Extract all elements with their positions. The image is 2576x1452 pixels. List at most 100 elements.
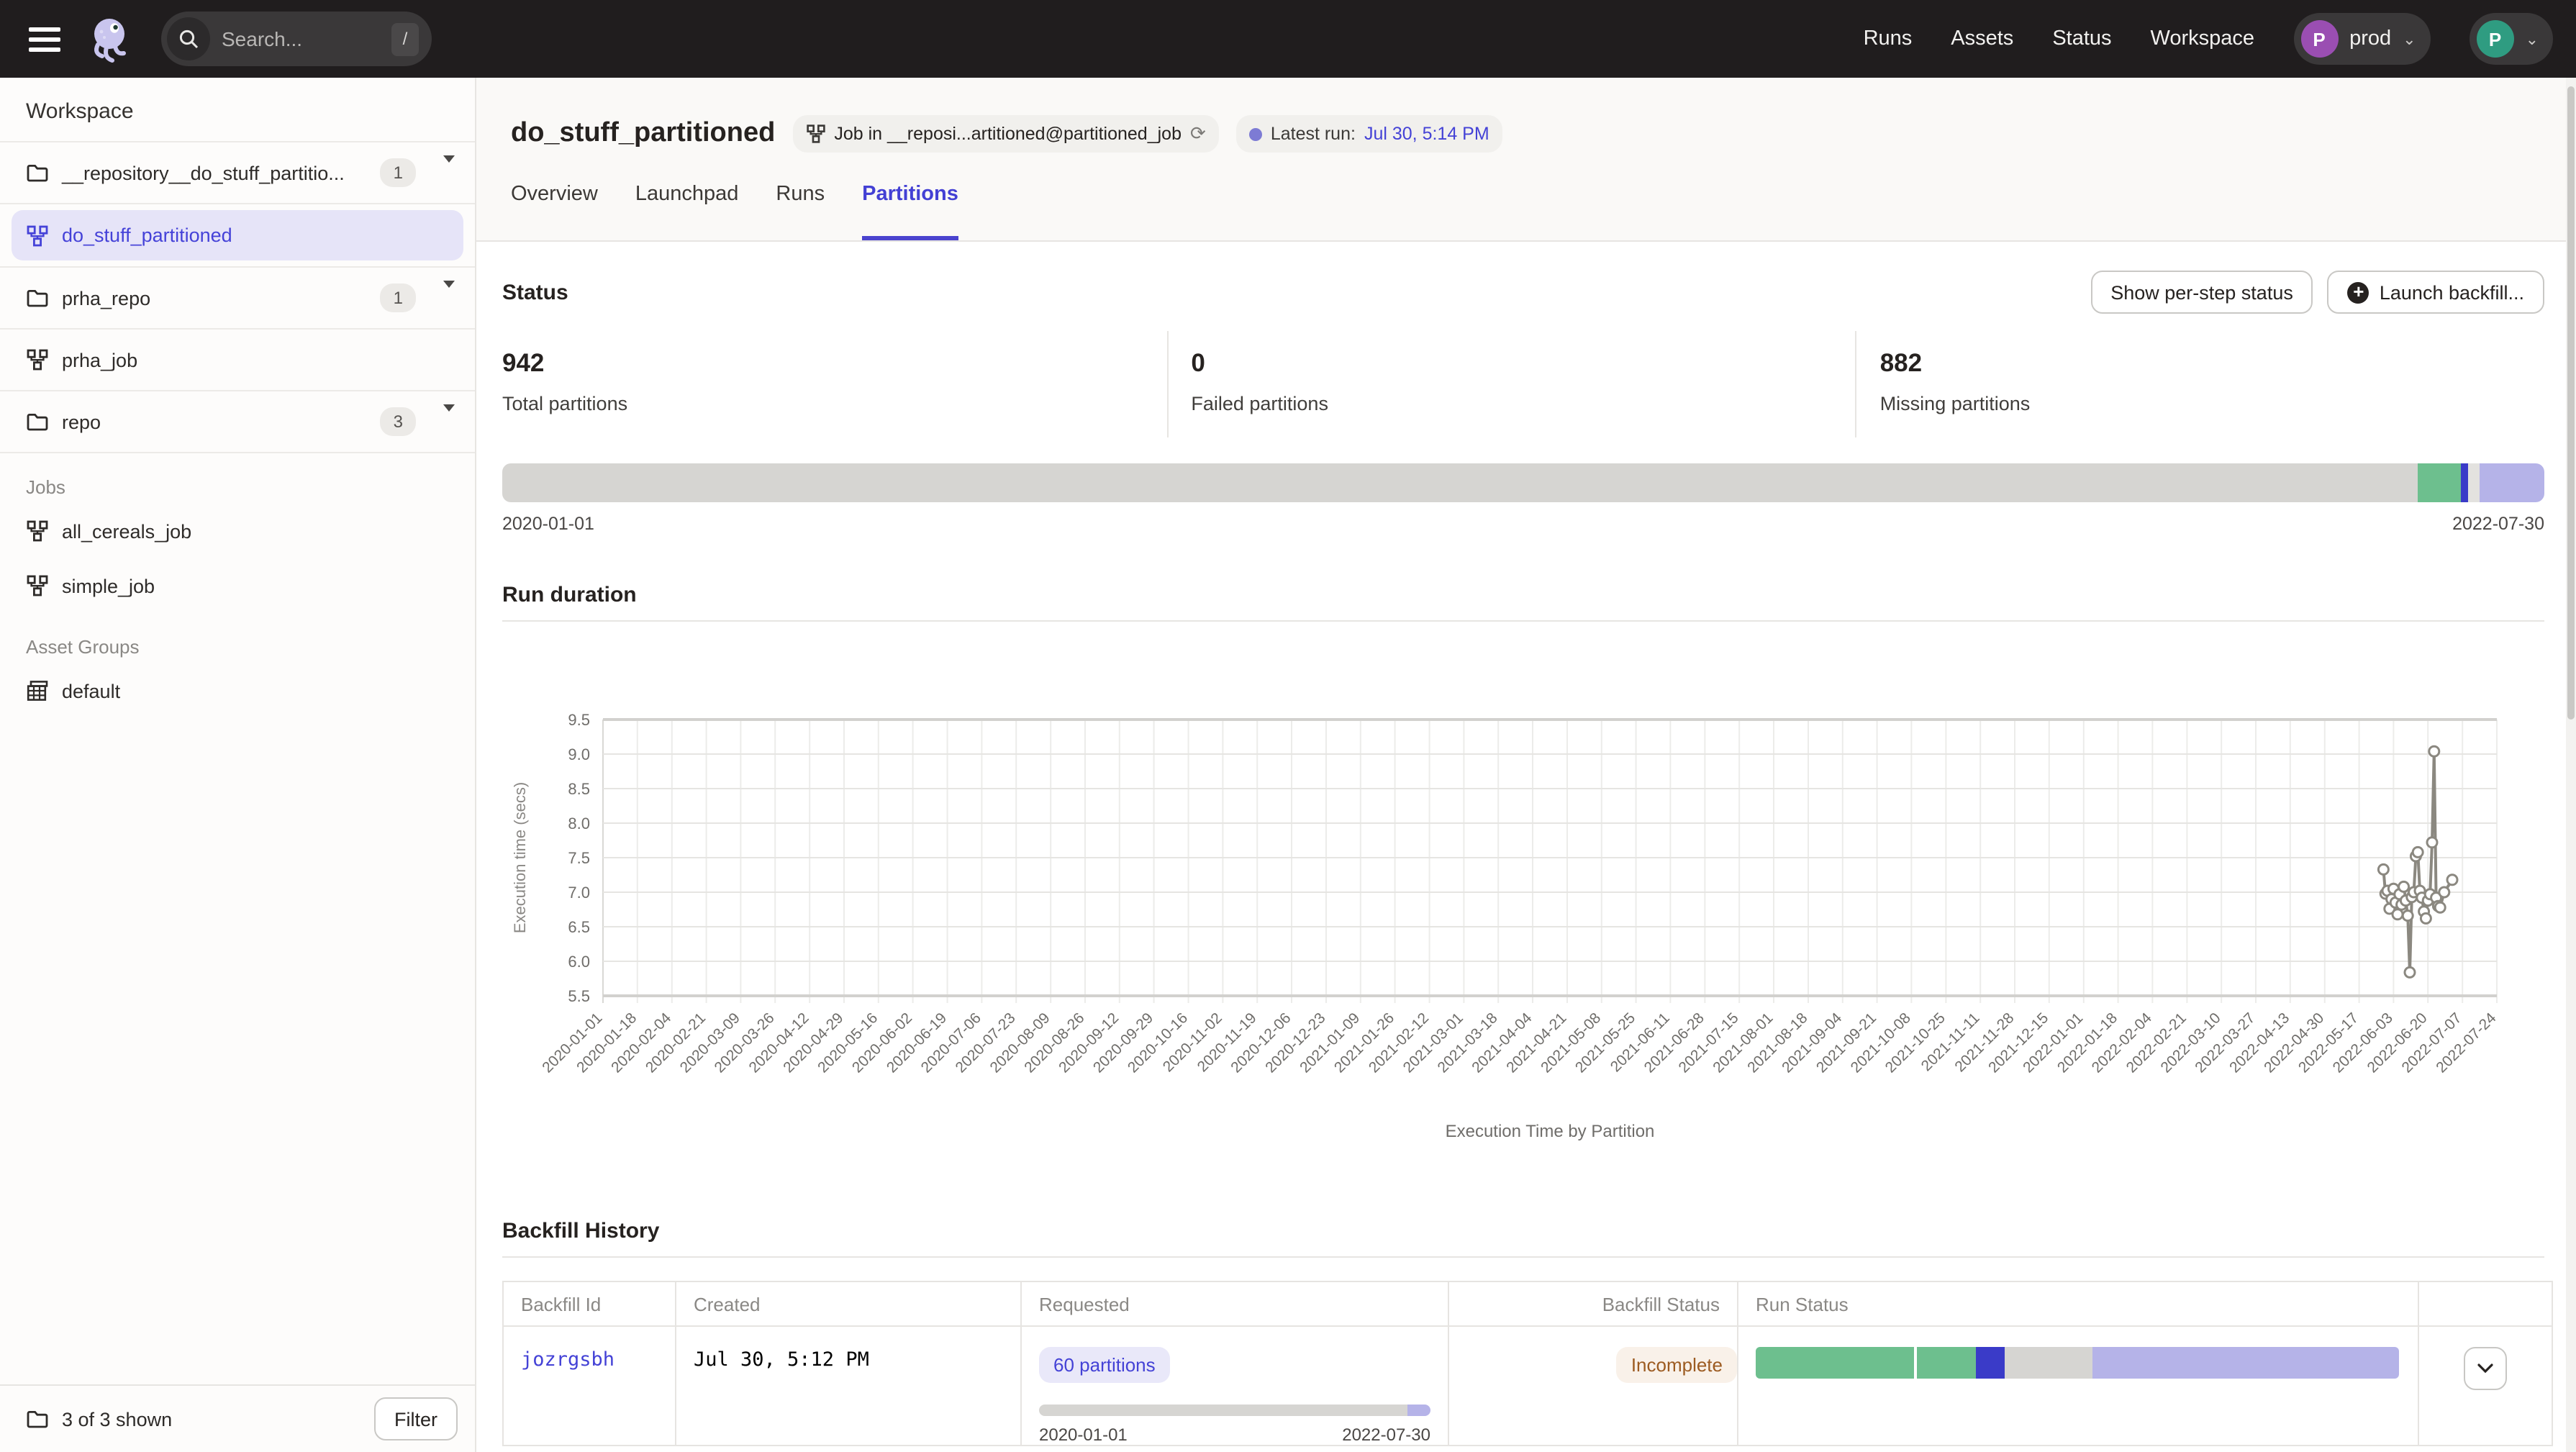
svg-text:6.5: 6.5 [568,918,590,936]
job-count-badge: 1 [381,158,416,187]
run-status-dot-icon [1249,127,1262,140]
job-icon [805,124,825,144]
sidebar-item-all-cereals-job[interactable]: all_cereals_job [0,504,475,558]
backfill-status-badge: Incomplete [1617,1347,1737,1383]
reload-icon[interactable]: ⟳ [1190,122,1206,145]
tab-partitions[interactable]: Partitions [862,177,958,240]
sidebar-item-do-stuff-partitioned[interactable]: do_stuff_partitioned [12,210,463,260]
col-actions [2418,1281,2552,1326]
user-avatar: P [2477,20,2514,58]
expand-caret-icon[interactable] [443,162,455,183]
run-duration-chart: 2020-01-012020-01-182020-02-042020-02-21… [502,633,2546,1154]
col-created: Created [676,1281,1021,1326]
backfill-id-link[interactable]: jozrgsbh [521,1348,614,1371]
partition-stats: 942 Total partitions 0 Failed partitions… [502,331,2544,437]
search-input[interactable] [222,27,354,50]
job-header: do_stuff_partitioned Job in __reposi...a… [476,78,2576,242]
tab-runs[interactable]: Runs [776,177,825,240]
backfill-history-heading: Backfill History [502,1219,2544,1243]
sidebar-item-prha-repo[interactable]: prha_repo 1 [0,268,475,330]
jobs-section-heading: Jobs [0,453,475,504]
svg-text:9.0: 9.0 [568,745,590,763]
latest-run-tag: Latest run: Jul 30, 5:14 PM [1236,115,1502,153]
deployment-name: prod [2349,27,2391,50]
sidebar-item-simple-job[interactable]: simple_job [0,558,475,613]
chevron-down-icon: ⌄ [2526,30,2539,48]
stat-missing-partitions: 882 Missing partitions [1857,331,2544,437]
latest-run-label: Latest run: [1271,124,1356,144]
status-heading: Status [502,280,568,304]
sidebar-item-repo[interactable]: repo 3 [0,391,475,453]
tab-overview[interactable]: Overview [511,177,598,240]
job-origin-tag[interactable]: Job in __reposi...artitioned@partitioned… [792,115,1218,153]
nav-link-runs[interactable]: Runs [1864,27,1913,50]
sidebar-item-label: __repository__do_stuff_partitio... [62,162,345,183]
stat-total-partitions: 942 Total partitions [502,331,1168,437]
dagster-logo-icon[interactable] [83,13,135,65]
job-count-badge: 3 [381,407,416,436]
nav-link-status[interactable]: Status [2052,27,2111,50]
shown-count-label: 3 of 3 shown [62,1408,172,1430]
stat-failed-partitions: 0 Failed partitions [1168,331,1856,437]
job-origin-label: Job in __reposi...artitioned@partitioned… [834,124,1182,144]
filter-button[interactable]: Filter [374,1397,458,1440]
sidebar-item-label: prha_job [62,349,137,371]
folder-icon [26,286,49,309]
svg-text:9.5: 9.5 [568,711,590,729]
plus-circle-icon: + [2348,281,2369,303]
page: / Runs Assets Status Workspace P prod ⌄ … [0,0,2576,1452]
sidebar-item-repository-do-stuff[interactable]: __repository__do_stuff_partitio... 1 [0,142,475,204]
sidebar-title: Workspace [0,78,475,142]
svg-text:Execution Time by Partition: Execution Time by Partition [1446,1122,1655,1141]
svg-text:Execution time (secs): Execution time (secs) [511,782,529,933]
search-icon [167,17,210,60]
main-panel: do_stuff_partitioned Job in __reposi...a… [476,78,2576,1452]
search-shortcut-key: / [391,22,419,55]
tab-launchpad[interactable]: Launchpad [635,177,739,240]
global-search[interactable]: / [161,12,432,66]
asset-group-icon [26,679,49,702]
hamburger-menu-icon[interactable] [29,27,60,51]
run-status-bar[interactable] [1756,1347,2399,1379]
expand-caret-icon[interactable] [443,287,455,309]
user-menu[interactable]: P ⌄ [2470,13,2553,65]
sidebar-item-prha-job[interactable]: prha_job [0,330,475,391]
deployment-switcher[interactable]: P prod ⌄ [2293,13,2431,65]
scrollbar-thumb[interactable] [2567,86,2575,720]
sidebar-item-label: simple_job [62,575,155,596]
job-icon [26,348,49,371]
sidebar-item-default-asset-group[interactable]: default [0,663,475,718]
nav-link-assets[interactable]: Assets [1951,27,2013,50]
folder-icon [26,1407,49,1430]
latest-run-link[interactable]: Jul 30, 5:14 PM [1364,124,1489,144]
svg-text:5.5: 5.5 [568,987,590,1005]
page-title: do_stuff_partitioned [511,118,775,150]
col-backfill-status: Backfill Status [1448,1281,1738,1326]
requested-partitions-badge[interactable]: 60 partitions [1039,1347,1170,1383]
col-run-status: Run Status [1738,1281,2418,1326]
nav-link-workspace[interactable]: Workspace [2151,27,2255,50]
expand-row-button[interactable] [2464,1347,2507,1390]
sidebar-item-label: default [62,680,120,702]
deployment-avatar: P [2300,20,2338,58]
backfill-history-table: Backfill Id Created Requested Backfill S… [502,1281,2553,1446]
svg-text:6.0: 6.0 [568,953,590,971]
folder-icon [26,410,49,433]
partition-bar-start-date: 2020-01-01 [502,514,594,534]
show-per-step-status-button[interactable]: Show per-step status [2090,271,2313,314]
launch-backfill-button[interactable]: + Launch backfill... [2328,271,2544,314]
job-icon [26,224,49,247]
requested-end-date: 2022-07-30 [1342,1425,1430,1445]
requested-start-date: 2020-01-01 [1039,1425,1128,1445]
workspace-sidebar: Workspace __repository__do_stuff_partiti… [0,78,476,1452]
svg-text:8.0: 8.0 [568,815,590,832]
svg-text:7.5: 7.5 [568,849,590,867]
expand-caret-icon[interactable] [443,411,455,432]
chevron-down-icon [2477,1363,2494,1374]
asset-groups-section-heading: Asset Groups [0,613,475,663]
sidebar-item-label: repo [62,411,101,432]
partition-status-bar[interactable] [502,463,2544,502]
job-icon [26,574,49,597]
folder-icon [26,161,49,184]
main-scrollbar[interactable] [2566,78,2576,1452]
